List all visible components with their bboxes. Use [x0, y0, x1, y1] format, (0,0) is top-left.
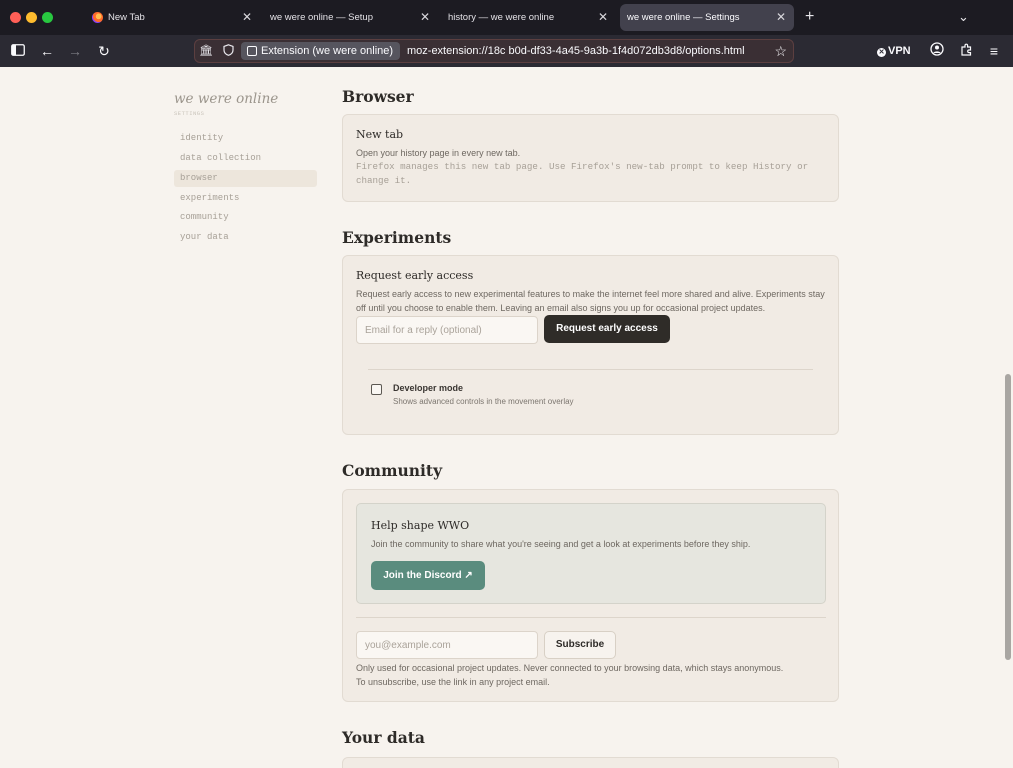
sidebar-item-identity[interactable]: identity — [174, 130, 317, 147]
newsletter-note-line1: Only used for occasional project updates… — [356, 663, 784, 673]
reload-icon[interactable]: ↻ — [94, 41, 114, 61]
close-icon[interactable]: ✕ — [776, 4, 786, 31]
hamburger-menu-icon[interactable]: ≡ — [984, 41, 1004, 61]
divider — [356, 617, 826, 618]
vpn-status-icon: ✕ — [877, 48, 886, 57]
card-description: Open your history page in every new tab. — [356, 148, 521, 158]
section-title-browser: Browser — [342, 87, 414, 106]
close-icon[interactable]: ✕ — [242, 4, 252, 31]
tab-title: history — we were online — [448, 12, 555, 23]
help-shape-card: Help shape WWO Join the community to sha… — [356, 503, 826, 604]
vpn-button[interactable]: ✕ VPN — [877, 43, 911, 59]
window-maximize-button[interactable] — [42, 12, 53, 23]
tab-settings[interactable]: we were online — Settings ✕ — [620, 4, 794, 31]
tab-bar: New Tab ✕ we were online — Setup ✕ histo… — [0, 0, 1013, 35]
tab-history[interactable]: history — we were online ✕ — [440, 4, 616, 31]
section-title-experiments: Experiments — [342, 228, 452, 247]
extension-chip-label: Extension (we were online) — [261, 45, 394, 57]
section-title-community: Community — [342, 461, 443, 480]
newsletter-email-input[interactable] — [356, 631, 538, 659]
newsletter-note-line2: To unsubscribe, use the link in any proj… — [356, 677, 550, 687]
navigation-toolbar: ← → ↻ 🏛 Extension (we were online) moz-e… — [0, 35, 1013, 67]
divider — [368, 369, 813, 370]
close-icon[interactable]: ✕ — [598, 4, 608, 31]
sidebar-item-data-collection[interactable]: data collection — [174, 150, 317, 167]
developer-mode-description: Shows advanced controls in the movement … — [393, 397, 574, 406]
card-description: Request early access to new experimental… — [356, 289, 825, 313]
building-icon[interactable]: 🏛 — [199, 44, 213, 58]
window-close-button[interactable] — [10, 12, 21, 23]
early-access-email-input[interactable] — [356, 316, 538, 344]
new-tab-button[interactable]: + — [805, 8, 814, 26]
developer-mode-checkbox[interactable] — [371, 384, 382, 395]
shield-icon[interactable] — [221, 44, 235, 58]
address-bar[interactable]: 🏛 Extension (we were online) moz-extensi… — [194, 39, 794, 63]
community-card: Help shape WWO Join the community to sha… — [342, 489, 839, 702]
tab-title: we were online — Setup — [270, 12, 373, 23]
request-early-access-button[interactable]: Request early access — [544, 315, 670, 343]
settings-page: we were online SETTINGS identity data co… — [0, 67, 1013, 768]
card-title: New tab — [356, 128, 404, 141]
close-icon[interactable]: ✕ — [420, 4, 430, 31]
card-note: Firefox manages this new tab page. Use F… — [356, 161, 809, 186]
brand-subtitle: SETTINGS — [174, 110, 205, 117]
tab-title: we were online — Settings — [627, 12, 740, 23]
tab-new-tab[interactable]: New Tab ✕ — [90, 4, 260, 31]
help-shape-description: Join the community to share what you're … — [371, 539, 751, 549]
sidebar-item-browser[interactable]: browser — [174, 170, 317, 187]
firefox-icon — [92, 12, 103, 23]
subscribe-button[interactable]: Subscribe — [544, 631, 616, 659]
window-minimize-button[interactable] — [26, 12, 37, 23]
account-icon[interactable] — [927, 41, 947, 61]
sidebar-item-community[interactable]: community — [174, 209, 317, 226]
tab-setup[interactable]: we were online — Setup ✕ — [262, 4, 438, 31]
tab-title: New Tab — [108, 12, 145, 23]
bookmark-star-icon[interactable]: ☆ — [774, 43, 787, 59]
vpn-label: VPN — [888, 45, 911, 57]
your-data-card — [342, 757, 839, 768]
sidebar-toggle-icon[interactable] — [8, 41, 28, 61]
early-access-card: Request early access Request early acces… — [342, 255, 839, 435]
back-arrow-icon[interactable]: ← — [37, 41, 57, 61]
join-discord-button[interactable]: Join the Discord ↗ — [371, 561, 485, 590]
list-all-tabs-icon[interactable]: ⌄ — [958, 8, 969, 26]
url-text[interactable]: moz-extension://18c b0d-df33-4a45-9a3b-1… — [407, 40, 762, 62]
brand-logo: we were online — [174, 91, 279, 107]
section-title-your-data: Your data — [342, 728, 425, 747]
forward-arrow-icon[interactable]: → — [65, 41, 85, 61]
sidebar-item-experiments[interactable]: experiments — [174, 190, 317, 207]
extension-identity-chip[interactable]: Extension (we were online) — [241, 42, 401, 60]
developer-mode-label: Developer mode — [393, 383, 464, 393]
new-tab-card: New tab Open your history page in every … — [342, 114, 839, 202]
scrollbar[interactable] — [1003, 67, 1013, 768]
scrollbar-thumb[interactable] — [1005, 374, 1011, 660]
sidebar-item-your-data[interactable]: your data — [174, 229, 317, 246]
card-title: Request early access — [356, 269, 474, 282]
help-shape-title: Help shape WWO — [371, 519, 470, 532]
extension-icon — [247, 46, 257, 56]
extensions-puzzle-icon[interactable] — [956, 41, 976, 61]
